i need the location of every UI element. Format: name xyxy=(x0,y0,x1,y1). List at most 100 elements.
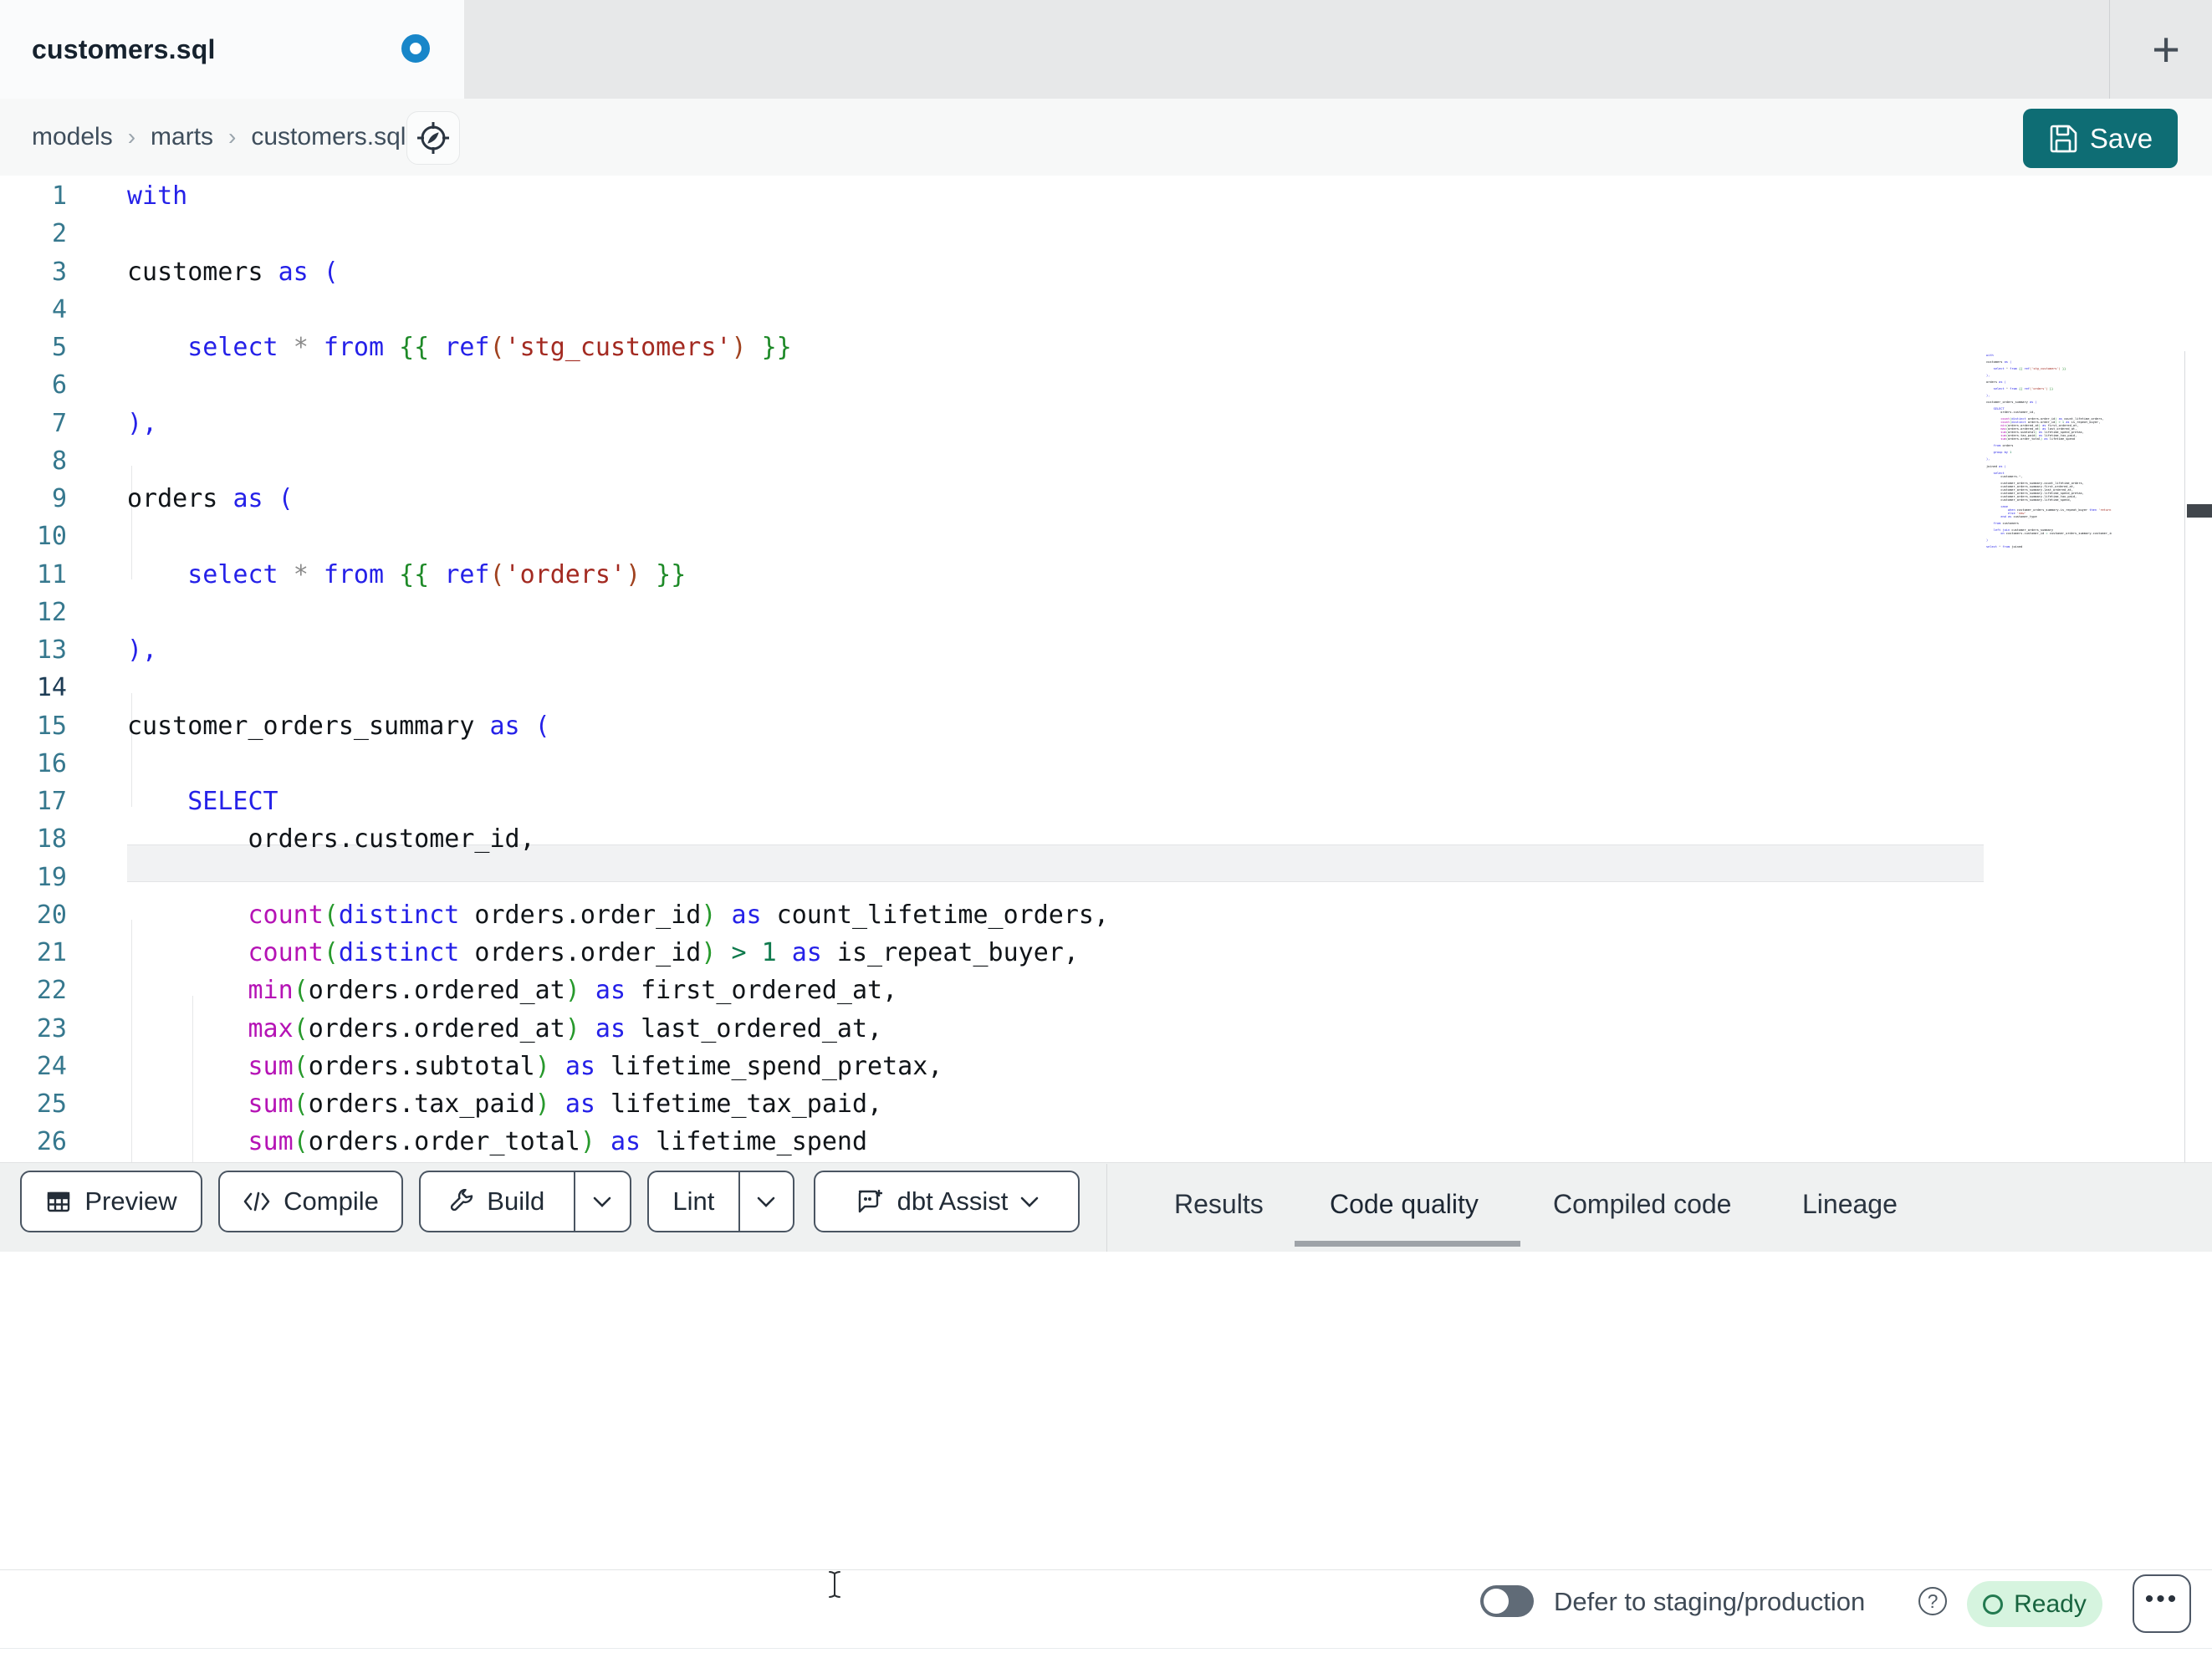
toggle-knob xyxy=(1484,1589,1509,1614)
breadcrumb: models › marts › customers.sql xyxy=(32,99,406,176)
code-line[interactable] xyxy=(127,745,2184,783)
chevron-down-icon xyxy=(593,1196,611,1207)
unsaved-changes-dot-icon xyxy=(401,34,430,63)
line-number: 24 xyxy=(36,1051,67,1081)
code-line[interactable]: sum(orders.tax_paid) as lifetime_tax_pai… xyxy=(127,1085,2184,1123)
assist-chat-sparkle-icon xyxy=(855,1186,885,1217)
code-line[interactable]: customers as ( xyxy=(127,253,2184,291)
line-number: 21 xyxy=(36,938,67,967)
code-line[interactable]: with xyxy=(127,177,2184,215)
line-number: 7 xyxy=(51,408,67,438)
minimap[interactable]: with customers as ( select * from {{ ref… xyxy=(1986,354,2112,549)
breadcrumb-separator: › xyxy=(228,124,237,150)
preview-button-label: Preview xyxy=(84,1186,177,1216)
code-line[interactable]: count(distinct orders.order_id) > 1 as i… xyxy=(127,934,2184,972)
line-number: 18 xyxy=(36,824,67,855)
tab-results[interactable]: Results xyxy=(1174,1162,1264,1246)
breadcrumb-item-customers-sql[interactable]: customers.sql xyxy=(251,123,406,151)
line-number: 17 xyxy=(36,787,67,816)
compile-button-label: Compile xyxy=(284,1186,379,1216)
code-line[interactable]: count(distinct orders.order_id) as count… xyxy=(127,896,2184,934)
line-number: 25 xyxy=(36,1089,67,1119)
help-icon[interactable]: ? xyxy=(1918,1587,1947,1615)
lint-button-label: Lint xyxy=(672,1186,715,1216)
breadcrumb-item-models[interactable]: models xyxy=(32,123,113,151)
editor-scrollbar-thumb[interactable] xyxy=(2187,504,2212,518)
code-line[interactable]: sum(orders.order_total) as lifetime_spen… xyxy=(127,1123,2184,1161)
code-line[interactable] xyxy=(127,518,2184,555)
code-line[interactable]: max(orders.ordered_at) as last_ordered_a… xyxy=(127,1010,2184,1048)
line-number: 15 xyxy=(36,711,67,741)
defer-label: Defer to staging/production xyxy=(1554,1587,1866,1616)
line-number: 1 xyxy=(51,181,67,211)
code-line[interactable] xyxy=(127,291,2184,329)
breadcrumb-bar: models › marts › customers.sql xyxy=(0,99,2212,176)
build-button-label: Build xyxy=(487,1186,545,1216)
save-floppy-icon xyxy=(2048,124,2078,154)
line-number: 2 xyxy=(51,219,67,249)
toolbar-divider xyxy=(1106,1164,1107,1252)
preview-button[interactable]: Preview xyxy=(20,1171,202,1232)
line-number: 23 xyxy=(36,1013,67,1043)
code-line[interactable] xyxy=(127,859,2184,896)
wrench-icon xyxy=(449,1189,474,1214)
lint-button[interactable]: Lint xyxy=(649,1172,738,1231)
code-line[interactable]: SELECT xyxy=(127,783,2184,820)
code-line[interactable]: select * from {{ ref('orders') }} xyxy=(127,556,2184,594)
code-line[interactable]: sum(orders.subtotal) as lifetime_spend_p… xyxy=(127,1048,2184,1085)
code-line[interactable] xyxy=(127,442,2184,480)
file-tab-title: customers.sql xyxy=(32,33,216,64)
line-number: 16 xyxy=(36,748,67,778)
more-options-button[interactable]: ••• xyxy=(2133,1574,2191,1633)
tab-compiled-code[interactable]: Compiled code xyxy=(1553,1162,1731,1246)
editor-scrollbar-track[interactable] xyxy=(2184,351,2185,1162)
code-line[interactable]: orders as ( xyxy=(127,480,2184,518)
build-split-button: Build xyxy=(419,1171,631,1232)
line-number: 10 xyxy=(36,522,67,552)
code-line[interactable] xyxy=(127,366,2184,404)
file-tab-customers-sql[interactable]: customers.sql xyxy=(0,0,464,99)
tab-code-quality[interactable]: Code quality xyxy=(1330,1162,1479,1246)
code-editor[interactable]: 1 2 3 4 5 6 7 8 9 10 11 12 13 14 15 16 17 18 19 20 21 22 23 24 2… xyxy=(0,176,2212,1162)
code-quality-panel: </> There is nothing here Press the Lint… xyxy=(0,1252,2212,1569)
line-number: 6 xyxy=(51,370,67,400)
status-bar xyxy=(0,1569,2212,1649)
line-number: 19 xyxy=(36,862,67,892)
explore-lineage-button[interactable] xyxy=(406,111,460,165)
tab-lineage[interactable]: Lineage xyxy=(1802,1162,1898,1246)
line-number: 13 xyxy=(36,635,67,665)
line-number: 9 xyxy=(51,484,67,513)
code-line[interactable]: min(orders.ordered_at) as first_ordered_… xyxy=(127,972,2184,1009)
dbt-assist-button-label: dbt Assist xyxy=(897,1186,1009,1216)
build-dropdown-toggle[interactable] xyxy=(575,1172,630,1231)
table-icon xyxy=(45,1188,72,1215)
code-line[interactable]: ), xyxy=(127,405,2184,442)
line-number: 8 xyxy=(51,446,67,476)
code-line[interactable]: select * from {{ ref('stg_customers') }} xyxy=(127,329,2184,366)
compile-button[interactable]: Compile xyxy=(218,1171,403,1232)
code-brackets-icon xyxy=(243,1191,271,1212)
code-line[interactable] xyxy=(127,669,2184,707)
line-number: 20 xyxy=(36,900,67,930)
build-button[interactable]: Build xyxy=(421,1172,574,1231)
new-tab-button[interactable]: + xyxy=(2135,18,2197,80)
chevron-down-icon xyxy=(1020,1196,1039,1207)
save-button[interactable]: Save xyxy=(2023,109,2178,168)
dbt-assist-button[interactable]: dbt Assist xyxy=(814,1171,1080,1232)
text-cursor-pointer xyxy=(826,1570,843,1599)
line-number: 14 xyxy=(36,673,67,703)
line-number: 11 xyxy=(36,559,67,589)
lint-dropdown-toggle[interactable] xyxy=(740,1172,793,1231)
code-line[interactable] xyxy=(127,215,2184,253)
code-line[interactable]: customer_orders_summary as ( xyxy=(127,707,2184,745)
compass-icon xyxy=(416,120,451,156)
status-circle-icon xyxy=(1983,1594,2004,1615)
code-line[interactable]: select * from joined xyxy=(1986,545,2112,548)
defer-toggle[interactable] xyxy=(1480,1585,1534,1617)
code-line[interactable]: on customers.customer_id = customer_orde… xyxy=(1986,532,2112,535)
code-line[interactable] xyxy=(127,594,2184,631)
code-line[interactable]: ), xyxy=(127,631,2184,669)
breadcrumb-item-marts[interactable]: marts xyxy=(151,123,213,151)
code-line[interactable]: orders.customer_id, xyxy=(127,820,2184,858)
code-text-area[interactable]: with customers as ( select * from {{ ref… xyxy=(127,177,2184,1161)
